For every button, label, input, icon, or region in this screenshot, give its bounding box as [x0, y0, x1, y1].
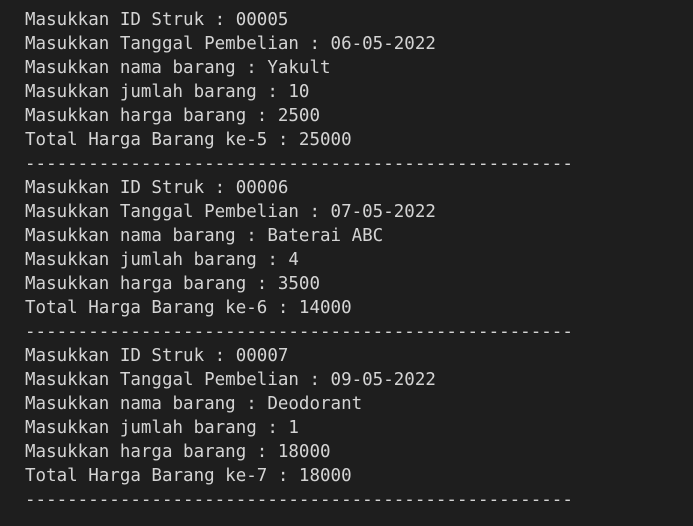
item-price-line: Masukkan harga barang : 2500	[25, 106, 321, 126]
item-name-line: Masukkan nama barang : Deodorant	[25, 394, 363, 414]
receipt-record-00007: Masukkan ID Struk : 00007 Masukkan Tangg…	[25, 344, 693, 512]
separator-line: ----------------------------------------…	[25, 322, 573, 342]
total-price-line: Total Harga Barang ke-6 : 14000	[25, 298, 352, 318]
total-price-line: Total Harga Barang ke-5 : 25000	[25, 130, 352, 150]
receipt-id-line: Masukkan ID Struk : 00007	[25, 346, 289, 366]
terminal-output[interactable]: Masukkan ID Struk : 00005 Masukkan Tangg…	[0, 0, 693, 526]
purchase-date-line: Masukkan Tanggal Pembelian : 09-05-2022	[25, 370, 436, 390]
receipt-record-00005: Masukkan ID Struk : 00005 Masukkan Tangg…	[25, 8, 693, 176]
separator-line: ----------------------------------------…	[25, 490, 573, 510]
item-price-line: Masukkan harga barang : 3500	[25, 274, 321, 294]
item-name-line: Masukkan nama barang : Baterai ABC	[25, 226, 384, 246]
item-quantity-line: Masukkan jumlah barang : 10	[25, 82, 310, 102]
item-quantity-line: Masukkan jumlah barang : 4	[25, 250, 299, 270]
purchase-date-line: Masukkan Tanggal Pembelian : 06-05-2022	[25, 34, 436, 54]
item-quantity-line: Masukkan jumlah barang : 1	[25, 418, 299, 438]
separator-line: ----------------------------------------…	[25, 154, 573, 174]
item-price-line: Masukkan harga barang : 18000	[25, 442, 331, 462]
item-name-line: Masukkan nama barang : Yakult	[25, 58, 331, 78]
receipt-id-line: Masukkan ID Struk : 00006	[25, 178, 289, 198]
receipt-record-00006: Masukkan ID Struk : 00006 Masukkan Tangg…	[25, 176, 693, 344]
receipt-id-line: Masukkan ID Struk : 00005	[25, 10, 289, 30]
purchase-date-line: Masukkan Tanggal Pembelian : 07-05-2022	[25, 202, 436, 222]
total-price-line: Total Harga Barang ke-7 : 18000	[25, 466, 352, 486]
